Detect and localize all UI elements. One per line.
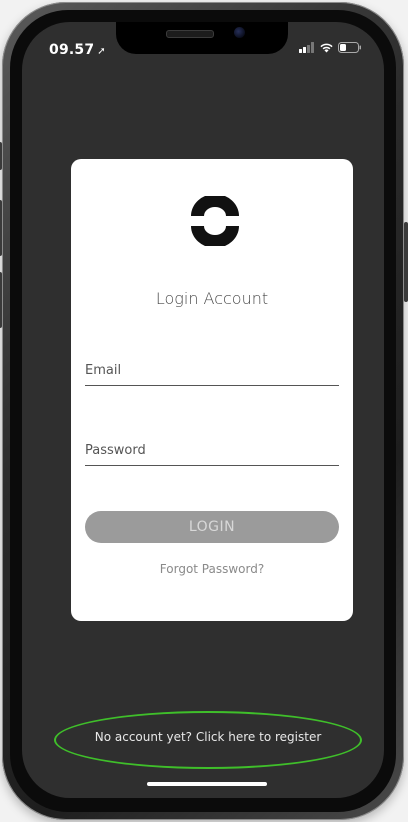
forgot-password-link[interactable]: Forgot Password? (71, 562, 353, 576)
register-area: No account yet? Click here to register (54, 711, 362, 769)
email-placeholder: Email (85, 363, 122, 378)
email-field[interactable]: Email (85, 359, 339, 386)
location-arrow-icon: ➚ (97, 46, 106, 57)
volume-up-button (0, 200, 2, 256)
phone-frame: 09.57 ➚ Login Account Email Password LOG… (0, 2, 408, 820)
silent-switch (0, 142, 2, 170)
status-time: 09.57 ➚ (49, 42, 106, 58)
login-card: Login Account Email Password LOGIN Forgo… (71, 159, 353, 621)
notch (116, 22, 288, 54)
app-screen: 09.57 ➚ Login Account Email Password LOG… (22, 22, 384, 798)
login-title: Login Account (155, 289, 269, 308)
battery-icon (338, 42, 361, 53)
password-field[interactable]: Password (85, 439, 339, 466)
wifi-icon (320, 43, 333, 53)
app-logo-icon (191, 196, 239, 246)
power-button (404, 222, 408, 302)
front-camera (234, 27, 245, 38)
status-icons (299, 42, 362, 53)
register-link[interactable]: No account yet? Click here to register (54, 730, 362, 744)
login-button[interactable]: LOGIN (85, 511, 339, 543)
home-indicator[interactable] (147, 782, 267, 786)
signal-icon (299, 42, 314, 53)
volume-down-button (0, 272, 2, 328)
earpiece-speaker (166, 30, 214, 38)
password-placeholder: Password (85, 443, 146, 458)
status-time-text: 09.57 (49, 42, 95, 58)
